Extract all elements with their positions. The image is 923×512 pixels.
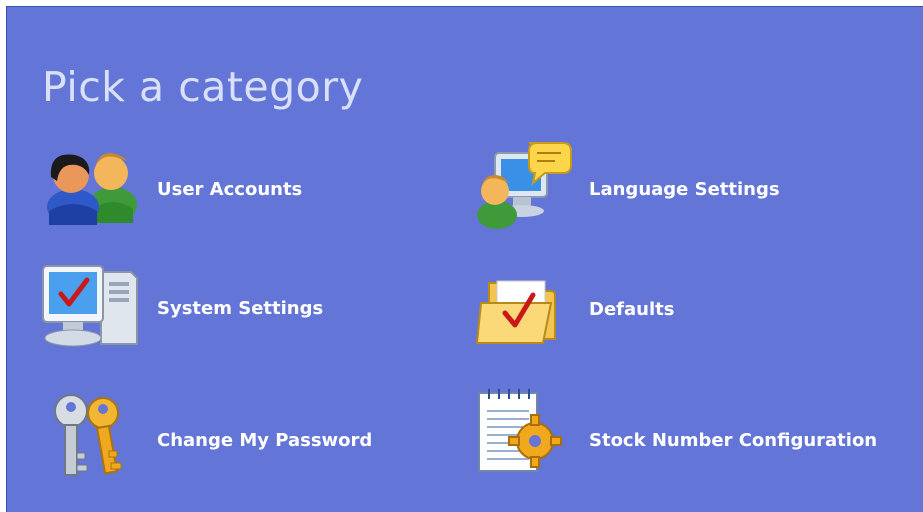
user-accounts-icon xyxy=(41,147,141,227)
language-settings-icon xyxy=(473,139,573,229)
defaults-folder-icon xyxy=(473,269,573,349)
category-user-accounts[interactable]: User Accounts xyxy=(41,147,421,227)
category-label: Stock Number Configuration xyxy=(589,430,878,451)
category-stock-number-configuration[interactable]: Stock Number Configuration xyxy=(473,387,877,472)
category-language-settings[interactable]: Language Settings xyxy=(473,139,853,229)
category-system-settings[interactable]: System Settings xyxy=(41,262,421,347)
control-panel: Pick a category User Accounts Language S… xyxy=(6,6,923,512)
category-change-my-password[interactable]: Change My Password xyxy=(41,389,421,476)
page-title: Pick a category xyxy=(42,63,364,111)
category-label: Language Settings xyxy=(589,179,780,200)
system-settings-icon xyxy=(41,262,141,347)
keys-icon xyxy=(41,389,141,476)
category-defaults[interactable]: Defaults xyxy=(473,269,853,349)
category-label: User Accounts xyxy=(157,179,303,200)
category-label: Change My Password xyxy=(157,430,373,451)
category-label: System Settings xyxy=(157,298,324,319)
category-label: Defaults xyxy=(589,299,675,320)
notepad-gear-icon xyxy=(473,387,573,472)
